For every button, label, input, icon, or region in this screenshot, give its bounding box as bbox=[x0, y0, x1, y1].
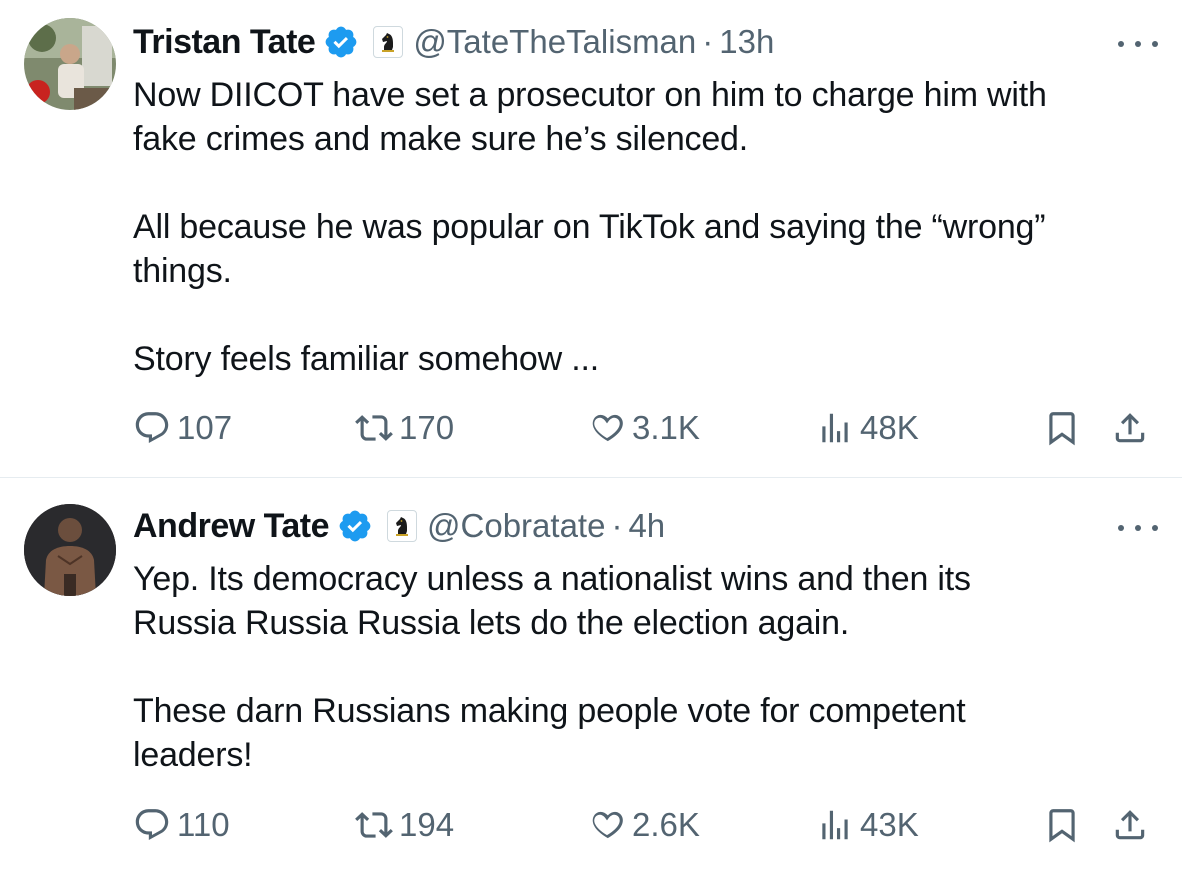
tweet-text-line: Russia Russia Russia lets do the electio… bbox=[133, 604, 850, 642]
tweet-header: Andrew Tate @Cobratate · 4h bbox=[133, 504, 665, 548]
more-icon[interactable] bbox=[1118, 34, 1158, 54]
share-button[interactable] bbox=[1111, 805, 1149, 845]
verified-badge-icon[interactable] bbox=[337, 508, 373, 544]
tweet-text: Now DIICOT have set a prosecutor on him … bbox=[133, 73, 1163, 381]
retweet-count: 170 bbox=[399, 409, 455, 446]
bookmark-icon bbox=[1049, 412, 1075, 446]
tweet-text-line: leaders! bbox=[133, 736, 253, 774]
chess-knight-icon[interactable] bbox=[387, 510, 418, 542]
tweet-text: Yep. Its democracy unless a nationalist … bbox=[133, 557, 1163, 777]
tweet-text-line: things. bbox=[133, 252, 232, 290]
views-count: 43K bbox=[860, 806, 919, 843]
reply-button[interactable]: 110 bbox=[133, 805, 230, 845]
retweet-icon bbox=[355, 812, 393, 838]
action-bar: 107 170 3.1K 48K bbox=[133, 408, 1163, 448]
handle[interactable]: @TateTheTalisman bbox=[413, 23, 696, 61]
tweet-text-line: fake crimes and make sure he’s silenced. bbox=[133, 120, 749, 158]
tweet-text-line: These darn Russians making people vote f… bbox=[133, 692, 966, 730]
separator: · bbox=[702, 23, 714, 60]
reply-count: 107 bbox=[177, 409, 233, 446]
views-icon bbox=[822, 413, 848, 443]
verified-badge-icon[interactable] bbox=[323, 24, 359, 60]
share-icon bbox=[1115, 810, 1145, 840]
avatar[interactable] bbox=[24, 504, 116, 596]
more-icon[interactable] bbox=[1118, 518, 1158, 538]
like-button[interactable]: 3.1K bbox=[588, 408, 700, 448]
reply-button[interactable]: 107 bbox=[133, 408, 232, 448]
display-name[interactable]: Andrew Tate bbox=[133, 507, 330, 546]
like-count: 2.6K bbox=[632, 806, 700, 843]
tweet-text-line: Yep. Its democracy unless a nationalist … bbox=[133, 560, 971, 598]
tweet-text-line: Now DIICOT have set a prosecutor on him … bbox=[133, 76, 1047, 114]
tweet-header: Tristan Tate @TateTheTalisman · 13h bbox=[133, 20, 774, 64]
heart-icon bbox=[592, 811, 623, 839]
timestamp[interactable]: 4h bbox=[628, 507, 665, 545]
separator: · bbox=[611, 507, 623, 544]
views-button[interactable]: 43K bbox=[816, 805, 919, 845]
tweet-text-line: Story feels familiar somehow ... bbox=[133, 340, 599, 378]
like-button[interactable]: 2.6K bbox=[588, 805, 700, 845]
views-icon bbox=[822, 810, 848, 840]
retweet-icon bbox=[355, 415, 393, 441]
avatar[interactable] bbox=[24, 18, 116, 110]
display-name[interactable]: Tristan Tate bbox=[133, 23, 316, 62]
tweet-text-line: All because he was popular on TikTok and… bbox=[133, 208, 1046, 246]
tweet-andrew-tate[interactable]: Andrew Tate @Cobratate · 4h Yep. Its dem… bbox=[0, 478, 1182, 870]
like-count: 3.1K bbox=[632, 409, 700, 446]
heart-icon bbox=[592, 414, 623, 442]
timestamp[interactable]: 13h bbox=[719, 23, 774, 61]
views-button[interactable]: 48K bbox=[816, 408, 919, 448]
bookmark-icon bbox=[1049, 809, 1075, 843]
chess-knight-icon[interactable] bbox=[373, 26, 404, 58]
retweet-button[interactable]: 170 bbox=[355, 408, 454, 448]
reply-icon bbox=[135, 412, 169, 443]
retweet-count: 194 bbox=[399, 806, 455, 843]
action-bar: 110 194 2.6K 43K bbox=[133, 805, 1163, 845]
share-button[interactable] bbox=[1111, 408, 1149, 448]
handle[interactable]: @Cobratate bbox=[427, 507, 605, 545]
reply-icon bbox=[135, 809, 169, 840]
share-icon bbox=[1115, 413, 1145, 443]
retweet-button[interactable]: 194 bbox=[355, 805, 454, 845]
bookmark-button[interactable] bbox=[1043, 805, 1081, 845]
views-count: 48K bbox=[860, 409, 919, 446]
reply-count: 110 bbox=[177, 806, 230, 843]
bookmark-button[interactable] bbox=[1043, 408, 1081, 448]
tweet-tristan-tate[interactable]: Tristan Tate @TateTheTalisman · 13h Now … bbox=[0, 0, 1182, 478]
